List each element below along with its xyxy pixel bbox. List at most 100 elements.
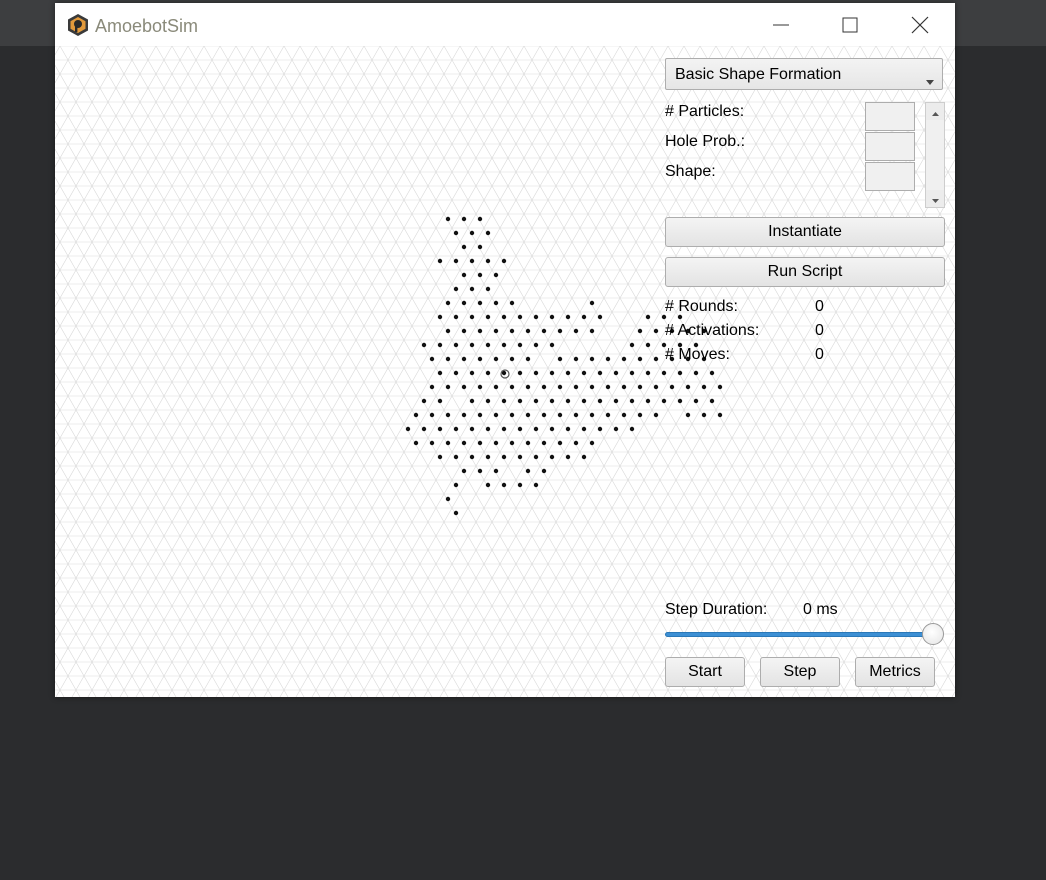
particle[interactable]	[501, 482, 507, 488]
particle[interactable]	[429, 356, 435, 362]
particle[interactable]	[709, 398, 715, 404]
particle[interactable]	[477, 272, 483, 278]
particle[interactable]	[493, 356, 499, 362]
particle[interactable]	[509, 300, 515, 306]
particle[interactable]	[469, 342, 475, 348]
particle[interactable]	[477, 468, 483, 474]
particle[interactable]	[437, 314, 443, 320]
particle[interactable]	[533, 398, 539, 404]
particle[interactable]	[565, 454, 571, 460]
particle[interactable]	[477, 440, 483, 446]
particles-input[interactable]	[865, 102, 915, 131]
particle[interactable]	[445, 496, 451, 502]
particle[interactable]	[613, 370, 619, 376]
particle[interactable]	[605, 384, 611, 390]
minimize-button[interactable]	[758, 3, 804, 46]
particle[interactable]	[461, 412, 467, 418]
particle[interactable]	[469, 230, 475, 236]
particle[interactable]	[589, 328, 595, 334]
particle[interactable]	[565, 314, 571, 320]
particle[interactable]	[677, 398, 683, 404]
particle[interactable]	[533, 370, 539, 376]
particle[interactable]	[541, 468, 547, 474]
simulation-canvas[interactable]: Basic Shape Formation # Particles: Hole …	[55, 46, 955, 697]
particle[interactable]	[469, 286, 475, 292]
particle[interactable]	[469, 426, 475, 432]
particle[interactable]	[701, 412, 707, 418]
particle[interactable]	[597, 370, 603, 376]
particle[interactable]	[533, 426, 539, 432]
shape-input[interactable]	[865, 162, 915, 191]
step-duration-slider[interactable]	[665, 632, 933, 637]
particle[interactable]	[685, 412, 691, 418]
particle[interactable]	[469, 314, 475, 320]
triangular-grid[interactable]	[55, 46, 955, 697]
metrics-button[interactable]: Metrics	[855, 657, 935, 687]
particle[interactable]	[477, 412, 483, 418]
close-button[interactable]	[897, 3, 943, 46]
particle[interactable]	[445, 300, 451, 306]
algorithm-select[interactable]: Basic Shape Formation	[665, 58, 943, 90]
particle[interactable]	[533, 454, 539, 460]
particle[interactable]	[565, 426, 571, 432]
particle[interactable]	[461, 300, 467, 306]
particle[interactable]	[469, 454, 475, 460]
title-bar[interactable]: AmoebotSim	[55, 3, 955, 46]
particle[interactable]	[629, 342, 635, 348]
particle[interactable]	[589, 300, 595, 306]
particle[interactable]	[573, 440, 579, 446]
particle[interactable]	[661, 398, 667, 404]
particle[interactable]	[485, 454, 491, 460]
particle[interactable]	[453, 454, 459, 460]
particle[interactable]	[653, 412, 659, 418]
particle[interactable]	[445, 384, 451, 390]
particle[interactable]	[429, 440, 435, 446]
particle[interactable]	[493, 300, 499, 306]
params-scrollbar[interactable]	[925, 102, 945, 208]
particle[interactable]	[437, 258, 443, 264]
particle[interactable]	[501, 398, 507, 404]
particle[interactable]	[485, 314, 491, 320]
particle[interactable]	[605, 412, 611, 418]
particle[interactable]	[461, 384, 467, 390]
particle[interactable]	[445, 440, 451, 446]
particle[interactable]	[413, 440, 419, 446]
particle[interactable]	[589, 356, 595, 362]
particle[interactable]	[653, 384, 659, 390]
particle[interactable]	[525, 356, 531, 362]
particle[interactable]	[509, 328, 515, 334]
particle[interactable]	[541, 412, 547, 418]
particle[interactable]	[477, 384, 483, 390]
particle[interactable]	[549, 342, 555, 348]
step-duration-slider-handle[interactable]	[922, 623, 944, 645]
particle[interactable]	[709, 370, 715, 376]
particle[interactable]	[549, 398, 555, 404]
particle[interactable]	[493, 328, 499, 334]
particle[interactable]	[517, 314, 523, 320]
particle[interactable]	[557, 440, 563, 446]
particle[interactable]	[613, 398, 619, 404]
particle[interactable]	[477, 328, 483, 334]
instantiate-button[interactable]: Instantiate	[665, 217, 945, 247]
particle[interactable]	[525, 384, 531, 390]
particle[interactable]	[493, 468, 499, 474]
particle[interactable]	[629, 426, 635, 432]
particle[interactable]	[477, 300, 483, 306]
particle[interactable]	[621, 412, 627, 418]
particle[interactable]	[693, 398, 699, 404]
particle[interactable]	[485, 258, 491, 264]
particle[interactable]	[493, 384, 499, 390]
particle[interactable]	[533, 342, 539, 348]
particle[interactable]	[637, 384, 643, 390]
particle[interactable]	[557, 328, 563, 334]
particle[interactable]	[453, 426, 459, 432]
particle[interactable]	[597, 314, 603, 320]
particle[interactable]	[669, 384, 675, 390]
particle[interactable]	[485, 398, 491, 404]
particle[interactable]	[517, 454, 523, 460]
particle[interactable]	[437, 426, 443, 432]
particle[interactable]	[469, 370, 475, 376]
particle[interactable]	[453, 342, 459, 348]
particle[interactable]	[453, 230, 459, 236]
particle[interactable]	[453, 286, 459, 292]
